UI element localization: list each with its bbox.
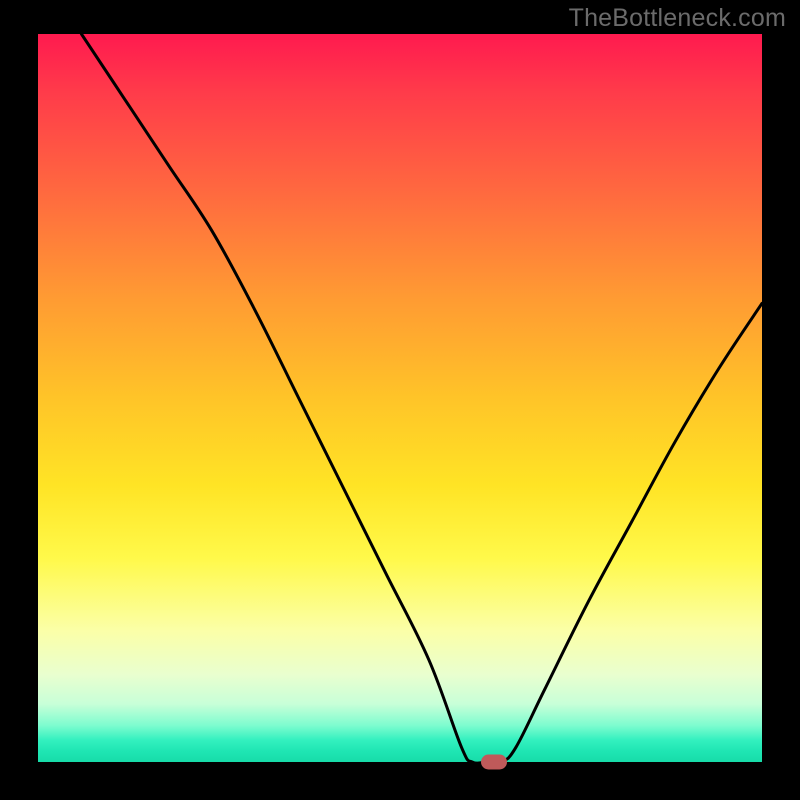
bottleneck-curve-path: [81, 34, 762, 762]
watermark-text: TheBottleneck.com: [569, 4, 786, 33]
curve-svg: [38, 34, 762, 762]
plot-area: [38, 34, 762, 762]
optimum-marker: [481, 755, 507, 770]
chart-frame: TheBottleneck.com: [0, 0, 800, 800]
